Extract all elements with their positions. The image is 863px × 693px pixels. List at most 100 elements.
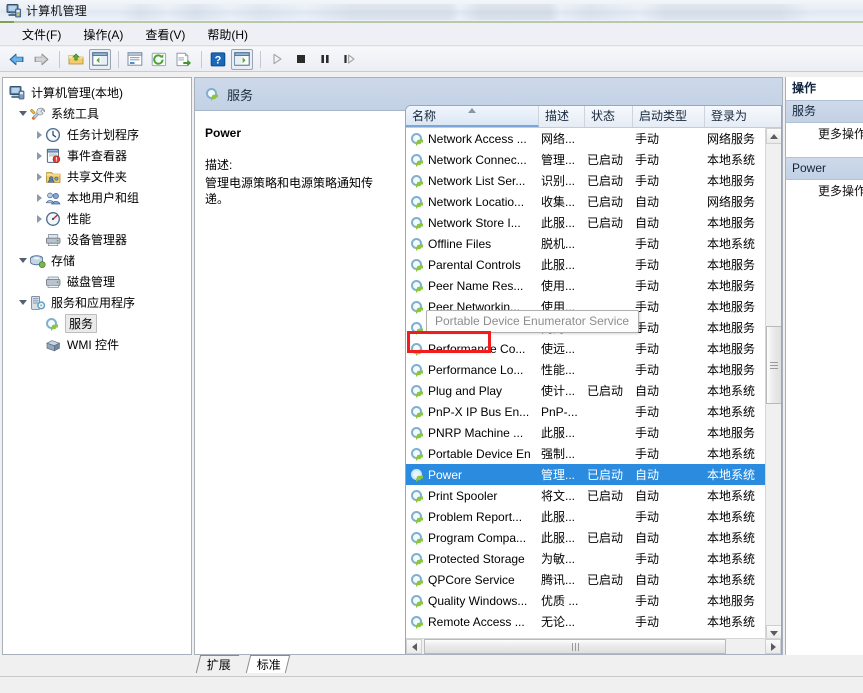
tree-item-system-tools[interactable]: 系统工具	[3, 103, 191, 124]
cell-status: 已启动	[587, 216, 624, 230]
tree-item-task-scheduler[interactable]: 任务计划程序	[3, 124, 191, 145]
table-row[interactable]: Network Access ... 网络... 手动 网络服务	[406, 128, 765, 149]
tree-item-storage[interactable]: 存储	[3, 250, 191, 271]
table-row[interactable]: Remote Access ... 无论... 手动 本地系统	[406, 611, 765, 632]
expander-down-icon[interactable]	[17, 250, 29, 271]
table-row[interactable]: Quality Windows... 优质 ... 手动 本地服务	[406, 590, 765, 611]
expander-right-icon[interactable]	[33, 208, 45, 229]
column-header-startup-type[interactable]: 启动类型	[633, 106, 705, 127]
table-row[interactable]: Protected Storage 为敏... 手动 本地系统	[406, 548, 765, 569]
resume-icon[interactable]	[338, 49, 360, 70]
up-folder-icon[interactable]	[65, 49, 87, 70]
tree-item-services-applications[interactable]: 服务和应用程序	[3, 292, 191, 313]
service-name-label: Network Locatio...	[428, 194, 525, 209]
table-row[interactable]: PNRP Machine ... 此服... 手动 本地服务	[406, 422, 765, 443]
expander-right-icon[interactable]	[33, 187, 45, 208]
play-icon[interactable]	[266, 49, 288, 70]
tools-icon	[29, 106, 46, 122]
view-tabs: 扩展 标准	[194, 655, 785, 676]
table-row[interactable]: QPCore Service 腾讯... 已启动 自动 本地系统	[406, 569, 765, 590]
table-row[interactable]: Portable Device En 强制... 手动 本地系统	[406, 443, 765, 464]
column-header-name[interactable]: 名称	[406, 106, 539, 127]
table-row[interactable]: Network List Ser... 识别... 已启动 手动 本地服务	[406, 170, 765, 191]
service-name-label: QPCore Service	[428, 572, 515, 587]
tree-item-shared-folders[interactable]: 共享文件夹	[3, 166, 191, 187]
list-horizontal-scrollbar[interactable]	[406, 638, 781, 654]
action-more-actions-power[interactable]: 更多操作	[786, 180, 863, 202]
list-vertical-scrollbar[interactable]	[765, 128, 781, 641]
scroll-right-button[interactable]	[765, 639, 781, 654]
table-row[interactable]: Offline Files 脱机... 手动 本地系统	[406, 233, 765, 254]
vertical-scroll-thumb[interactable]	[766, 326, 781, 404]
service-name-label: Network Access ...	[428, 131, 527, 146]
pause-icon[interactable]	[314, 49, 336, 70]
back-arrow-icon[interactable]	[6, 49, 28, 70]
expander-right-icon[interactable]	[33, 124, 45, 145]
tree-item-disk-management[interactable]: 磁盘管理	[3, 271, 191, 292]
properties-icon[interactable]	[124, 49, 146, 70]
table-row[interactable]: PnP-X IP Bus En... PnP-... 手动 本地系统	[406, 401, 765, 422]
table-row[interactable]: Network Store I... 此服... 已启动 自动 本地服务	[406, 212, 765, 233]
expander-down-icon[interactable]	[17, 292, 29, 313]
stop-icon[interactable]	[290, 49, 312, 70]
table-row[interactable]: Peer Name Res... 使用... 手动 本地服务	[406, 275, 765, 296]
cell-description: 此服...	[541, 216, 576, 230]
scroll-up-button[interactable]	[766, 128, 781, 144]
tree-item-services[interactable]: 服务	[3, 313, 191, 334]
expander-right-icon[interactable]	[33, 166, 45, 187]
show-action-pane-icon[interactable]	[231, 48, 253, 70]
table-row[interactable]: Program Compa... 此服... 已启动 自动 本地系统	[406, 527, 765, 548]
table-row[interactable]: Network Locatio... 收集... 已启动 自动 网络服务	[406, 191, 765, 212]
tree-item-event-viewer[interactable]: 事件查看器	[3, 145, 191, 166]
export-list-icon[interactable]	[172, 49, 194, 70]
forward-arrow-icon[interactable]	[30, 49, 52, 70]
performance-icon	[45, 211, 62, 227]
cell-startup-type: 手动	[635, 258, 660, 272]
cell-log-on-as: 本地服务	[707, 321, 756, 335]
cell-status: 已启动	[587, 573, 624, 587]
menu-action[interactable]: 操作(A)	[75, 23, 131, 46]
tree-item-computer-management[interactable]: 计算机管理(本地)	[3, 82, 191, 103]
tab-extended[interactable]: 扩展	[195, 655, 240, 673]
scroll-left-button[interactable]	[406, 639, 422, 654]
help-icon[interactable]: ?	[207, 49, 229, 70]
show-console-tree-icon[interactable]	[89, 48, 111, 70]
cell-status: 已启动	[587, 153, 624, 167]
table-row[interactable]: Parental Controls 此服... 手动 本地服务	[406, 254, 765, 275]
table-row[interactable]: Problem Report... 此服... 手动 本地系统	[406, 506, 765, 527]
tree-item-wmi-control[interactable]: WMI 控件	[3, 334, 191, 355]
menu-help[interactable]: 帮助(H)	[199, 23, 256, 46]
column-header-log-on-as[interactable]: 登录为	[705, 106, 765, 127]
cell-description: 识别...	[541, 174, 576, 188]
cell-service-name: Parental Controls	[406, 258, 539, 272]
expander-right-icon[interactable]	[33, 145, 45, 166]
menu-view[interactable]: 查看(V)	[137, 23, 193, 46]
table-row[interactable]: Network Connec... 管理... 已启动 手动 本地系统	[406, 149, 765, 170]
tab-standard[interactable]: 标准	[245, 655, 291, 673]
tree-item-local-users-groups[interactable]: 本地用户和组	[3, 187, 191, 208]
service-name-label: Plug and Play	[428, 383, 503, 398]
table-row[interactable]: Performance Lo... 性能... 手动 本地服务	[406, 359, 765, 380]
menu-file[interactable]: 文件(F)	[14, 23, 69, 46]
refresh-icon[interactable]	[148, 49, 170, 70]
column-header-description[interactable]: 描述	[539, 106, 585, 127]
tree-item-performance[interactable]: 性能	[3, 208, 191, 229]
cell-description: 腾讯...	[541, 573, 576, 587]
cell-description: 优质 ...	[541, 594, 579, 608]
tree-item-device-manager[interactable]: 设备管理器	[3, 229, 191, 250]
cell-service-name: Offline Files	[406, 237, 539, 251]
action-more-actions-services[interactable]: 更多操作	[786, 123, 863, 145]
cell-service-name: PnP-X IP Bus En...	[406, 405, 539, 419]
horizontal-scroll-thumb[interactable]	[424, 639, 726, 654]
tree-item-label: 计算机管理(本地)	[31, 86, 123, 100]
table-row[interactable]: Print Spooler 将文... 已启动 自动 本地系统	[406, 485, 765, 506]
toolbar-separator	[201, 50, 202, 68]
table-row[interactable]: Performance Co... 使远... 手动 本地服务	[406, 338, 765, 359]
expander-down-icon[interactable]	[17, 103, 29, 124]
wmi-icon	[45, 337, 62, 353]
cell-description: 此服...	[541, 510, 576, 524]
table-row[interactable]: Power 管理... 已启动 自动 本地系统	[406, 464, 765, 485]
column-header-status[interactable]: 状态	[585, 106, 633, 127]
tree-item-label: 共享文件夹	[67, 170, 128, 184]
table-row[interactable]: Plug and Play 使计... 已启动 自动 本地系统	[406, 380, 765, 401]
